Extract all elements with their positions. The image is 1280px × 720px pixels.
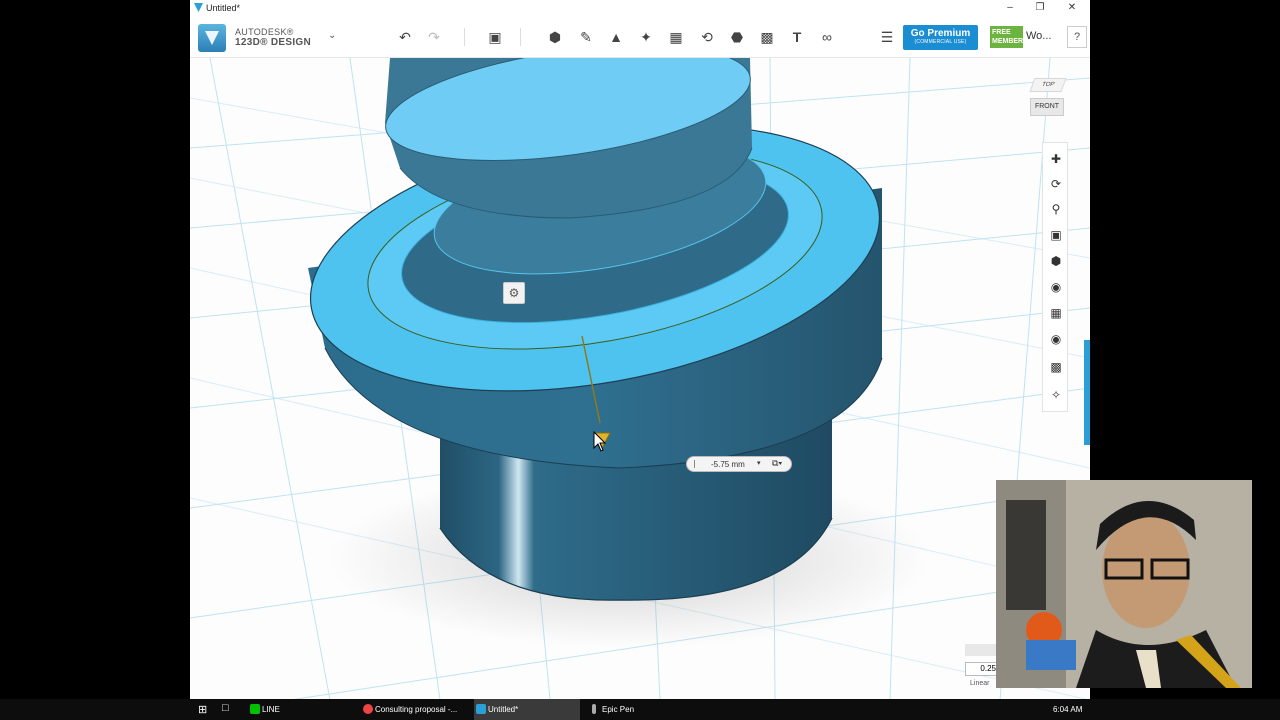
scene-canvas xyxy=(190,58,1090,700)
taskbar-item-epic-pen[interactable]: Epic Pen xyxy=(588,699,688,720)
perspective-icon[interactable]: ⬢ xyxy=(1046,251,1066,271)
snap-value-field[interactable]: 0.25 xyxy=(965,662,999,676)
webcam-image xyxy=(996,480,1252,688)
go-premium-button[interactable]: Go Premium (COMMERCIAL USE) xyxy=(903,25,978,50)
taskbar-item-line[interactable]: LINE xyxy=(248,699,356,720)
undo-icon[interactable]: ↶ xyxy=(394,27,416,47)
line-app-icon xyxy=(250,704,260,714)
close-button[interactable]: ✕ xyxy=(1062,1,1082,15)
123d-app-icon xyxy=(476,704,486,714)
taskbar: ⊞ □ LINE Consulting proposal -... Untitl… xyxy=(0,699,1280,720)
taskbar-item-label: Untitled* xyxy=(488,705,519,714)
free-member-badge: FREE MEMBER xyxy=(990,26,1023,48)
navigation-bar: ✚ ⟳ ⚲ ▣ ⬢ ◉ ▦ ◉ ▩ ✧ xyxy=(1042,142,1068,412)
chevron-down-icon[interactable]: ⌄ xyxy=(328,30,336,41)
window-title: Untitled* xyxy=(206,3,241,13)
taskbar-item-123d[interactable]: Untitled* xyxy=(474,699,580,720)
webcam-overlay xyxy=(996,480,1252,688)
combine-icon[interactable]: ⬣ xyxy=(726,27,748,47)
dimension-value[interactable]: -5.75 mm xyxy=(711,460,745,469)
help-button[interactable]: ? xyxy=(1067,26,1087,48)
pan-icon[interactable]: ✚ xyxy=(1046,149,1066,169)
grid-toggle-icon[interactable]: ▩ xyxy=(1046,357,1066,377)
title-bar: Untitled* – ❐ ✕ xyxy=(190,0,1090,16)
app-logo-icon xyxy=(194,3,203,12)
transform-icon[interactable]: ▣ xyxy=(484,27,506,47)
snap-unit-label: Linear xyxy=(970,680,990,687)
snap-icon[interactable]: ∞ xyxy=(816,27,838,47)
pattern-icon[interactable]: ▦ xyxy=(665,27,687,47)
view-cube[interactable]: TOP FRONT xyxy=(1026,78,1068,122)
go-premium-label: Go Premium xyxy=(910,28,971,39)
camera-icon[interactable]: ◉ xyxy=(1046,329,1066,349)
redo-icon[interactable]: ↷ xyxy=(423,27,445,47)
viewcube-top-face[interactable]: TOP xyxy=(1029,78,1067,92)
chrome-icon xyxy=(363,704,373,714)
orbit-icon[interactable]: ⟳ xyxy=(1046,174,1066,194)
material-icon[interactable]: ☰ xyxy=(876,27,898,47)
pen-icon xyxy=(592,704,596,714)
drag-handle-icon[interactable] xyxy=(694,460,695,468)
user-menu[interactable]: Wo... xyxy=(1026,30,1051,42)
task-view-icon[interactable]: □ xyxy=(222,702,229,714)
scrollbar[interactable] xyxy=(1084,340,1090,445)
minimize-button[interactable]: – xyxy=(1000,1,1020,15)
app-logo[interactable] xyxy=(198,24,226,52)
taskbar-item-label: Epic Pen xyxy=(602,705,635,714)
3d-viewport[interactable]: ⚙ -5.75 mm ▾ ⧉▾ TOP FRONT ✚ ⟳ ⚲ ▣ ⬢ ◉ ▦ … xyxy=(190,58,1090,700)
go-premium-sublabel: (COMMERCIAL USE) xyxy=(914,39,967,45)
system-clock[interactable]: 6:04 AM xyxy=(1053,699,1082,720)
measure-icon[interactable]: ▩ xyxy=(756,27,778,47)
viewcube-front-face[interactable]: FRONT xyxy=(1030,98,1064,116)
text-icon[interactable]: T xyxy=(786,27,808,47)
fit-icon[interactable]: ▣ xyxy=(1046,225,1066,245)
toolbar-divider xyxy=(464,28,465,46)
visibility-icon[interactable]: ◉ xyxy=(1046,277,1066,297)
taskbar-item-label: Consulting proposal -... xyxy=(375,705,458,714)
chevron-down-icon[interactable]: ▾ xyxy=(757,459,761,467)
material-view-icon[interactable]: ▦ xyxy=(1046,303,1066,323)
windows-start-icon[interactable]: ⊞ xyxy=(198,703,207,716)
main-toolbar: AUTODESK® 123D® DESIGN ⌄ ↶ ↷ ▣ ⬢ ✎ ▲ ✦ ▦… xyxy=(190,16,1090,58)
taskbar-item-label: LINE xyxy=(262,705,280,714)
construct-icon[interactable]: ▲ xyxy=(605,27,627,47)
snap-slider[interactable] xyxy=(965,644,999,656)
zoom-icon[interactable]: ⚲ xyxy=(1046,199,1066,219)
app-window: Untitled* – ❐ ✕ AUTODESK® 123D® DESIGN ⌄… xyxy=(190,0,1090,700)
grouping-icon[interactable]: ⟲ xyxy=(696,27,718,47)
dimension-input[interactable]: -5.75 mm ▾ ⧉▾ xyxy=(686,456,792,472)
brand-product: 123D® DESIGN xyxy=(235,37,311,48)
primitives-icon[interactable]: ⬢ xyxy=(544,27,566,47)
brand-company: AUTODESK® xyxy=(235,27,294,37)
taskbar-item-chrome[interactable]: Consulting proposal -... xyxy=(361,699,469,720)
snap-toggle-icon[interactable]: ✧ xyxy=(1046,385,1066,405)
sketch-icon[interactable]: ✎ xyxy=(575,27,597,47)
toolbar-divider xyxy=(520,28,521,46)
maximize-button[interactable]: ❐ xyxy=(1030,1,1050,15)
copy-mode-icon[interactable]: ⧉▾ xyxy=(772,458,782,469)
modify-icon[interactable]: ✦ xyxy=(635,27,657,47)
gear-icon[interactable]: ⚙ xyxy=(503,282,525,304)
